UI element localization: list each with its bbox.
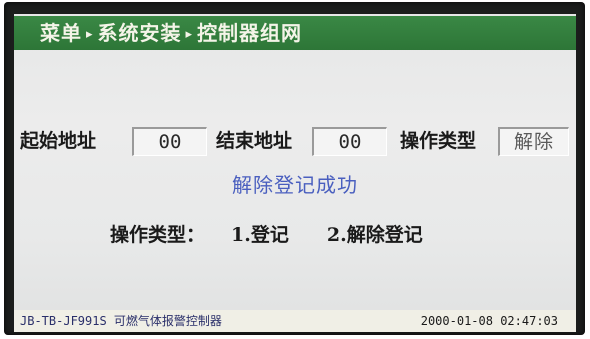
start-address-label: 起始地址 — [20, 130, 97, 152]
breadcrumb: 菜单 ▸ 系统安装 ▸ 控制器组网 — [40, 16, 302, 50]
operation-type-label: 操作类型 — [400, 130, 477, 152]
breadcrumb-separator-icon: ▸ — [86, 27, 94, 42]
hint-option-register: 1.登记 — [231, 224, 289, 246]
address-form-row: 起始地址 00 结束地址 00 操作类型 解除 — [20, 126, 576, 156]
device-model-label: JB-TB-JF991S 可燃气体报警控制器 — [20, 314, 222, 328]
end-address-label: 结束地址 — [216, 130, 293, 152]
breadcrumb-item-controller-network: 控制器组网 — [197, 21, 303, 45]
hint-label: 操作类型： — [110, 224, 206, 246]
breadcrumb-item-system-install[interactable]: 系统安装 — [98, 21, 182, 45]
end-address-field[interactable]: 00 — [312, 127, 387, 156]
status-message: 解除登记成功 — [232, 173, 358, 197]
breadcrumb-item-menu[interactable]: 菜单 — [40, 21, 82, 45]
status-footer: JB-TB-JF991S 可燃气体报警控制器 2000-01-08 02:47:… — [14, 310, 576, 332]
operation-type-hint: 操作类型： 1.登记 2.解除登记 — [110, 220, 423, 247]
breadcrumb-separator-icon: ▸ — [185, 27, 194, 42]
hint-option-unregister: 2.解除登记 — [326, 224, 423, 246]
device-datetime: 2000-01-08 02:47:03 — [420, 314, 558, 328]
lcd-screen: 菜单 ▸ 系统安装 ▸ 控制器组网 起始地址 00 结束地址 00 操作类型 解除 解除… — [14, 14, 576, 332]
operation-type-field[interactable]: 解除 — [498, 127, 569, 156]
start-address-field[interactable]: 00 — [132, 127, 207, 156]
